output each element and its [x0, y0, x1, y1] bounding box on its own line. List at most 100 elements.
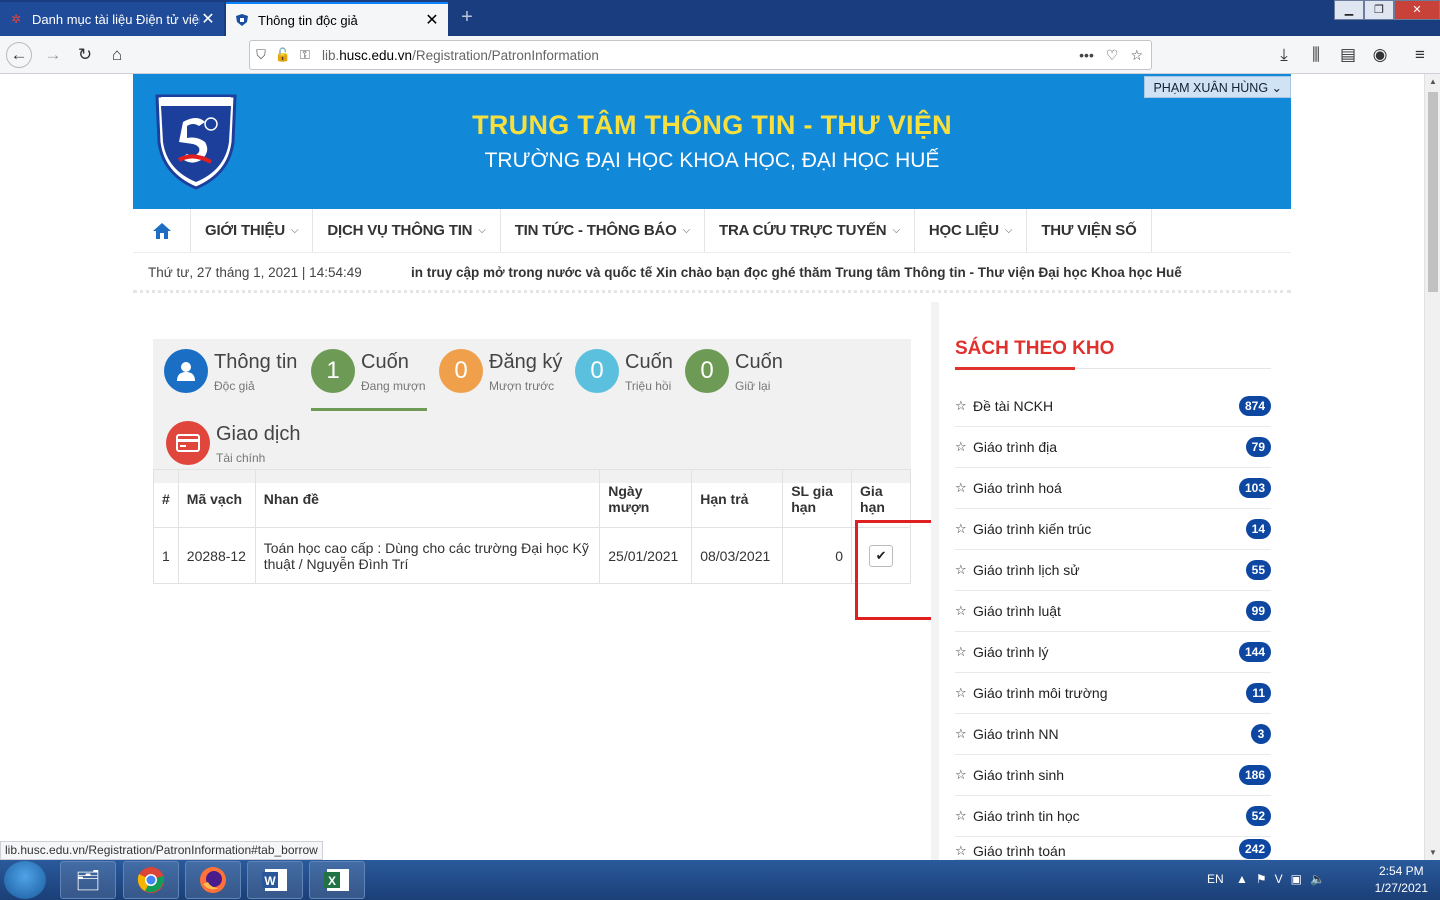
sidebar-title: SÁCH THEO KHO	[955, 338, 1115, 359]
star-icon: ☆	[955, 685, 967, 700]
reload-icon[interactable]: ↻	[72, 42, 98, 68]
insecure-lock-icon[interactable]: 🔓	[272, 47, 294, 63]
bookmark-star-icon[interactable]: ☆	[1130, 47, 1143, 64]
cell-due-date: 08/03/2021	[691, 527, 784, 584]
home-icon[interactable]: ⌂	[104, 42, 130, 68]
sidebar-icon[interactable]: ▤	[1335, 42, 1361, 68]
maximize-icon[interactable]: ❐	[1364, 0, 1394, 20]
menu-item-about[interactable]: GIỚI THIỆU ⌵	[191, 209, 314, 252]
count-badge: 55	[1245, 560, 1271, 580]
sidebar-item[interactable]: ☆ Giáo trình sinh 186	[955, 755, 1271, 796]
chrome-icon[interactable]	[123, 861, 179, 899]
file-explorer-icon[interactable]: 🗂	[60, 861, 116, 899]
downloads-icon[interactable]: ⤓	[1271, 42, 1297, 68]
count-badge: 242	[1238, 839, 1271, 859]
user-icon	[164, 349, 208, 393]
star-icon: ☆	[955, 480, 967, 495]
firefox-icon[interactable]	[185, 861, 241, 899]
summary-held[interactable]: 0 Cuốn Giữ lại	[685, 339, 790, 403]
address-bar[interactable]: ⛉ 🔓 ⚿ lib.husc.edu.vn/Registration/Patro…	[249, 40, 1152, 70]
sidebar-item[interactable]: ☆ Giáo trình luật 99	[955, 591, 1271, 632]
status-url: lib.husc.edu.vn/Registration/PatronInfor…	[0, 841, 323, 860]
star-icon: ☆	[955, 398, 967, 413]
url-text[interactable]: lib.husc.edu.vn/Registration/PatronInfor…	[316, 48, 1079, 63]
sidebar-item[interactable]: ☆ Giáo trình lịch sử 55	[955, 550, 1271, 591]
sidebar-item[interactable]: ☆ Giáo trình hoá 103	[955, 468, 1271, 509]
sidebar-item[interactable]: ☆ Giáo trình địa 79	[955, 427, 1271, 468]
library-icon[interactable]: ⫼	[1303, 42, 1329, 68]
menu-item-materials[interactable]: HỌC LIỆU ⌵	[915, 209, 1028, 252]
summary-reservations[interactable]: 0 Đăng ký Mượn trước	[439, 339, 569, 403]
home-menu-icon[interactable]	[133, 209, 191, 252]
summary-transactions[interactable]: Giao dịch Tài chính	[166, 411, 316, 475]
input-language[interactable]: EN	[1207, 872, 1224, 886]
window-close-icon[interactable]: ✕	[1394, 0, 1440, 20]
page-actions-icon[interactable]: •••	[1079, 47, 1094, 64]
sidebar-item[interactable]: ☆ Giáo trình toán 242	[955, 837, 1271, 860]
minimize-icon[interactable]: ▁	[1334, 0, 1364, 20]
system-tray: ▲ ⚑ V ▣ 🔈	[1236, 872, 1325, 886]
browser-tab-active[interactable]: Thông tin độc giả ✕	[226, 2, 448, 36]
col-barcode: Mã vạch	[177, 469, 256, 528]
chevron-down-icon: ⌵	[1004, 225, 1013, 236]
key-icon[interactable]: ⚿	[294, 47, 316, 63]
sidebar-item[interactable]: ☆ Giáo trình kiến trúc 14	[955, 509, 1271, 550]
count-badge: 874	[1238, 396, 1271, 416]
menu-item-services[interactable]: DỊCH VỤ THÔNG TIN ⌵	[313, 209, 501, 252]
new-tab-button[interactable]: +	[456, 6, 478, 28]
count-badge: 99	[1245, 601, 1271, 621]
sidebar-collections: SÁCH THEO KHO ☆ Đề tài NCKH 874 ☆ Giáo trìn…	[931, 302, 1291, 862]
forward-icon[interactable]: →	[40, 42, 66, 68]
sidebar-item[interactable]: ☆ Giáo trình NN 3	[955, 714, 1271, 755]
star-icon: ☆	[955, 644, 967, 659]
university-logo	[153, 92, 239, 190]
scroll-down-icon[interactable]: ▼	[1425, 848, 1440, 857]
chevron-down-icon: ⌵	[290, 225, 299, 236]
sidebar-item[interactable]: ☆ Giáo trình lý 144	[955, 632, 1271, 673]
web-page: TRUNG TÂM THÔNG TIN - THƯ VIỆN TRƯỜNG ĐẠ…	[0, 74, 1424, 862]
page-scrollbar[interactable]: ▲ ▼	[1424, 74, 1440, 860]
network-icon[interactable]: ▣	[1291, 872, 1302, 886]
account-icon[interactable]: ◉	[1367, 42, 1393, 68]
close-tab-icon[interactable]: ✕	[424, 10, 440, 30]
col-borrow-date: Ngày mượn	[599, 469, 693, 528]
summary-recalled[interactable]: 0 Cuốn Triệu hồi	[575, 339, 680, 403]
back-icon[interactable]: ←	[6, 42, 32, 68]
volume-icon[interactable]: 🔈	[1310, 872, 1325, 886]
shield-icon[interactable]: ⛉	[250, 47, 272, 63]
word-icon[interactable]: W	[247, 861, 303, 899]
tray-expand-icon[interactable]: ▲	[1236, 872, 1248, 886]
loans-table: # Mã vạch Nhan đề Ngày mượn Hạn trả SL g…	[153, 469, 911, 584]
user-menu-button[interactable]: PHẠM XUÂN HÙNG ⌄	[1144, 76, 1291, 98]
menu-item-search[interactable]: TRA CỨU TRỰC TUYẾN ⌵	[705, 209, 915, 252]
close-tab-icon[interactable]: ✕	[200, 9, 216, 29]
start-button[interactable]	[4, 861, 46, 899]
browser-toolbar: ← → ↻ ⌂ ⛉ 🔓 ⚿ lib.husc.edu.vn/Registrati…	[0, 36, 1440, 74]
ticker-text[interactable]: in truy cập mở trong nước và quốc tế Xin…	[411, 265, 1182, 280]
menu-item-digital-library[interactable]: THƯ VIỆN SỐ	[1027, 209, 1152, 252]
svg-text:W: W	[264, 874, 276, 888]
clock[interactable]: 2:54 PM 1/27/2021	[1375, 864, 1428, 895]
summary-borrowed[interactable]: 1 Cuốn Đang mượn	[311, 339, 427, 411]
sidebar-item[interactable]: ☆ Giáo trình môi trường 11	[955, 673, 1271, 714]
sidebar-item[interactable]: ☆ Giáo trình tin học 52	[955, 796, 1271, 837]
credit-card-icon	[166, 421, 210, 465]
pocket-icon[interactable]: ♡	[1106, 47, 1119, 64]
news-ticker: Thứ tư, 27 tháng 1, 2021 | 14:54:49 in t…	[133, 253, 1291, 293]
cell-borrow-date: 25/01/2021	[599, 527, 693, 584]
menu-item-news[interactable]: TIN TỨC - THÔNG BÁO ⌵	[501, 209, 706, 252]
scroll-thumb[interactable]	[1428, 92, 1438, 292]
summary-patron-info[interactable]: Thông tin Độc giả	[164, 339, 304, 403]
count-badge: 14	[1245, 519, 1271, 539]
cell-renew-count: 0	[782, 527, 853, 584]
tray-flag-icon[interactable]: ⚑	[1256, 872, 1267, 886]
scroll-up-icon[interactable]: ▲	[1425, 77, 1440, 86]
menu-icon[interactable]: ≡	[1407, 42, 1433, 68]
browser-tab[interactable]: ✲ Danh mục tài liệu Điện tử viện ✕	[0, 2, 224, 36]
col-renew: Gia hạn	[851, 469, 911, 528]
excel-icon[interactable]: X	[309, 861, 365, 899]
sidebar-item[interactable]: ☆ Đề tài NCKH 874	[955, 386, 1271, 427]
window-controls: ▁ ❐ ✕	[1334, 0, 1440, 20]
tray-antivirus-icon[interactable]: V	[1275, 872, 1283, 886]
star-icon: ☆	[955, 726, 967, 741]
